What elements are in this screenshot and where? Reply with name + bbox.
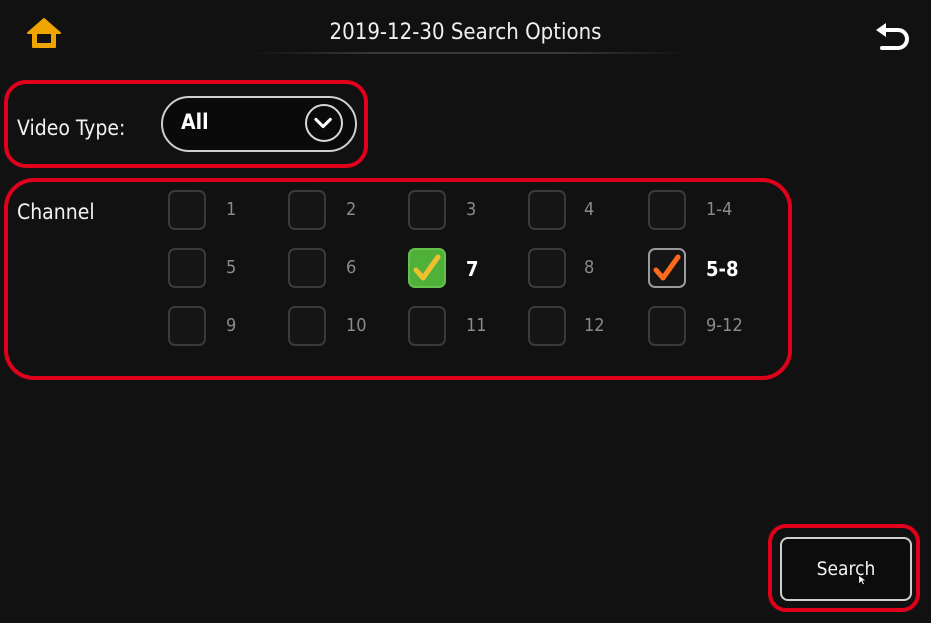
channel-checkbox-label: 3 — [466, 199, 477, 220]
checkmark-icon — [413, 254, 441, 281]
search-button[interactable]: Search — [780, 537, 912, 601]
channel-checkbox[interactable] — [528, 248, 566, 288]
video-type-value: All — [181, 110, 209, 134]
channel-checkbox[interactable] — [288, 190, 326, 230]
channel-checkbox[interactable] — [648, 306, 686, 346]
channel-checkbox-label: 10 — [346, 315, 367, 336]
channel-checkbox-label: 7 — [466, 257, 479, 281]
channel-checkbox[interactable] — [408, 190, 446, 230]
channel-checkbox[interactable] — [168, 306, 206, 346]
title-divider — [250, 52, 690, 54]
channel-label: Channel — [17, 200, 95, 224]
channel-checkbox-label: 2 — [346, 199, 357, 220]
channel-checkbox-label: 1-4 — [706, 199, 733, 220]
checkmark-icon — [653, 254, 681, 281]
channel-checkbox-label: 4 — [584, 199, 595, 220]
channel-checkbox-label: 6 — [346, 257, 357, 278]
channel-checkbox[interactable] — [168, 248, 206, 288]
channel-checkbox[interactable] — [528, 306, 566, 346]
video-type-label: Video Type: — [17, 116, 126, 140]
channel-checkbox[interactable] — [168, 190, 206, 230]
channel-checkbox-label: 8 — [584, 257, 595, 278]
channel-checkbox-label: 11 — [466, 315, 487, 336]
channel-checkbox-label: 9-12 — [706, 315, 743, 336]
channel-checkbox[interactable] — [528, 190, 566, 230]
back-arrow-icon[interactable] — [872, 20, 912, 56]
channel-checkbox-label: 9 — [226, 315, 237, 336]
channel-checkbox[interactable] — [288, 248, 326, 288]
channel-checkbox[interactable] — [648, 248, 686, 288]
video-type-select[interactable]: All — [161, 96, 357, 152]
channel-checkbox[interactable] — [408, 306, 446, 346]
channel-checkbox[interactable] — [648, 190, 686, 230]
channel-checkbox-label: 1 — [226, 199, 237, 220]
mouse-cursor-icon — [858, 574, 866, 586]
channel-checkbox-label: 5 — [226, 257, 237, 278]
channel-checkbox[interactable] — [408, 248, 446, 288]
chevron-down-icon[interactable] — [305, 104, 343, 142]
channel-checkbox-label: 5-8 — [706, 257, 739, 281]
channel-checkbox[interactable] — [288, 306, 326, 346]
channel-checkbox-label: 12 — [584, 315, 605, 336]
page-title: 2019-12-30 Search Options — [329, 20, 602, 45]
